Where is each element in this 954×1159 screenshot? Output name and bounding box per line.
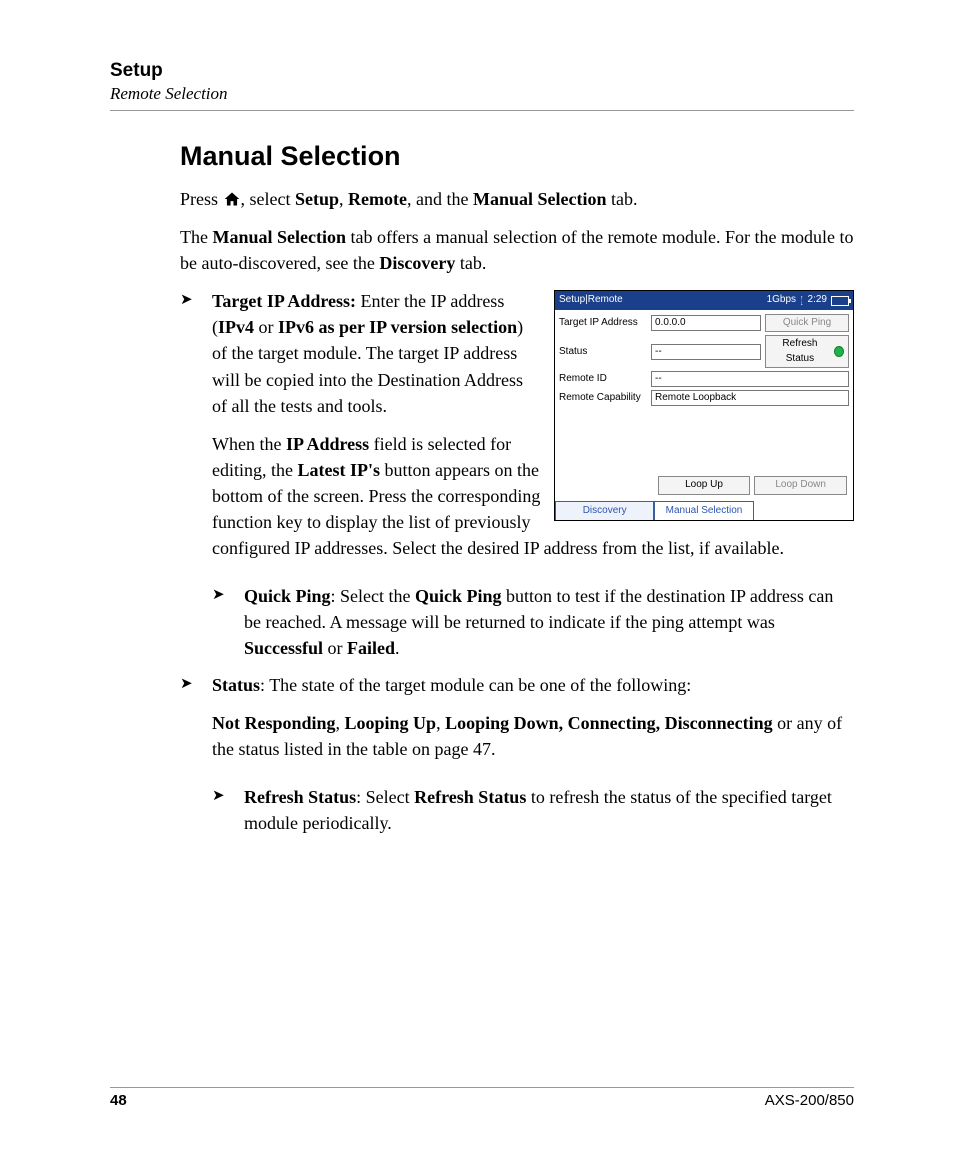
bullet-arrow-icon: ➤ [180, 672, 202, 696]
text: . [395, 638, 400, 658]
home-icon [223, 191, 241, 207]
bullet-status: Status: The state of the target module c… [212, 672, 854, 774]
label-remote-capability: Remote Capability [559, 391, 647, 406]
text: Press [180, 189, 223, 209]
link-rate: 1Gbps [767, 293, 796, 308]
status-led-icon [834, 346, 844, 357]
text: , select [241, 189, 295, 209]
bold: Successful [244, 638, 323, 658]
bold: Latest IP's [297, 460, 380, 480]
text: tab. [606, 189, 637, 209]
text: : The state of the target module can be … [260, 675, 691, 695]
bold: Manual Selection [473, 189, 607, 209]
bullet-arrow-icon: ➤ [212, 583, 234, 607]
bold: Quick Ping [244, 586, 331, 606]
text: , [339, 189, 348, 209]
refresh-status-label: Refresh Status [770, 337, 830, 366]
bold: Failed [347, 638, 395, 658]
intro-line-1: Press , select Setup, Remote, and the Ma… [180, 186, 854, 212]
header-section-subtitle: Remote Selection [110, 84, 854, 104]
tab-discovery[interactable]: Discovery [555, 501, 654, 521]
text: tab. [455, 253, 486, 273]
updown-icon: ↑↓ [800, 296, 804, 306]
bold: Not Responding [212, 713, 336, 733]
status-value: -- [651, 344, 761, 360]
remote-id-value: -- [651, 371, 849, 387]
bold: IPv6 as per IP version selection [278, 317, 517, 337]
remote-capability-value: Remote Loopback [651, 390, 849, 406]
bullet-refresh-status: Refresh Status: Select Refresh Status to… [244, 784, 854, 836]
bold: Target IP Address: [212, 291, 356, 311]
loop-down-button[interactable]: Loop Down [754, 476, 847, 495]
header-section-title: Setup [110, 60, 854, 82]
page-number: 48 [110, 1092, 127, 1109]
bullet-arrow-icon: ➤ [212, 784, 234, 808]
label-remote-id: Remote ID [559, 372, 647, 387]
device-screenshot: Setup|Remote 1Gbps ↑↓ 2:29 Target IP Add… [554, 290, 854, 521]
text: The [180, 227, 212, 247]
bold: Manual Selection [212, 227, 346, 247]
text: , [336, 713, 345, 733]
text: , and the [407, 189, 473, 209]
bold: Refresh Status [414, 787, 526, 807]
bold: Setup [295, 189, 339, 209]
text: or [323, 638, 347, 658]
bold: Quick Ping [415, 586, 502, 606]
bold: Looping Down, Connecting, Disconnecting [445, 713, 773, 733]
header-rule [110, 110, 854, 111]
label-status: Status [559, 345, 647, 360]
target-ip-field[interactable]: 0.0.0.0 [651, 315, 761, 331]
quick-ping-button[interactable]: Quick Ping [765, 314, 849, 333]
text: , [436, 713, 445, 733]
page-title: Manual Selection [110, 141, 854, 172]
bullet-target-ip: Setup|Remote 1Gbps ↑↓ 2:29 Target IP Add… [212, 288, 854, 573]
tab-manual-selection[interactable]: Manual Selection [654, 501, 753, 521]
bullet-quick-ping: Quick Ping: Select the Quick Ping button… [244, 583, 854, 661]
loop-up-button[interactable]: Loop Up [658, 476, 751, 495]
refresh-status-button[interactable]: Refresh Status [765, 335, 849, 368]
battery-icon [831, 296, 849, 306]
clock: 2:29 [808, 293, 827, 308]
intro-line-2: The Manual Selection tab offers a manual… [180, 224, 854, 276]
screenshot-breadcrumb: Setup|Remote [559, 293, 623, 308]
bold: Remote [348, 189, 407, 209]
bold: Looping Up [345, 713, 437, 733]
bold: IPv4 [218, 317, 254, 337]
bullet-arrow-icon: ➤ [180, 288, 202, 312]
product-model: AXS-200/850 [765, 1092, 854, 1109]
text: : Select [356, 787, 414, 807]
bold: Refresh Status [244, 787, 356, 807]
label-target-ip: Target IP Address [559, 316, 647, 331]
bold: Status [212, 675, 260, 695]
text: When the [212, 434, 286, 454]
footer-rule [110, 1087, 854, 1088]
text: or [254, 317, 278, 337]
text: : Select the [331, 586, 415, 606]
bold: IP Address [286, 434, 369, 454]
bold: Discovery [379, 253, 455, 273]
